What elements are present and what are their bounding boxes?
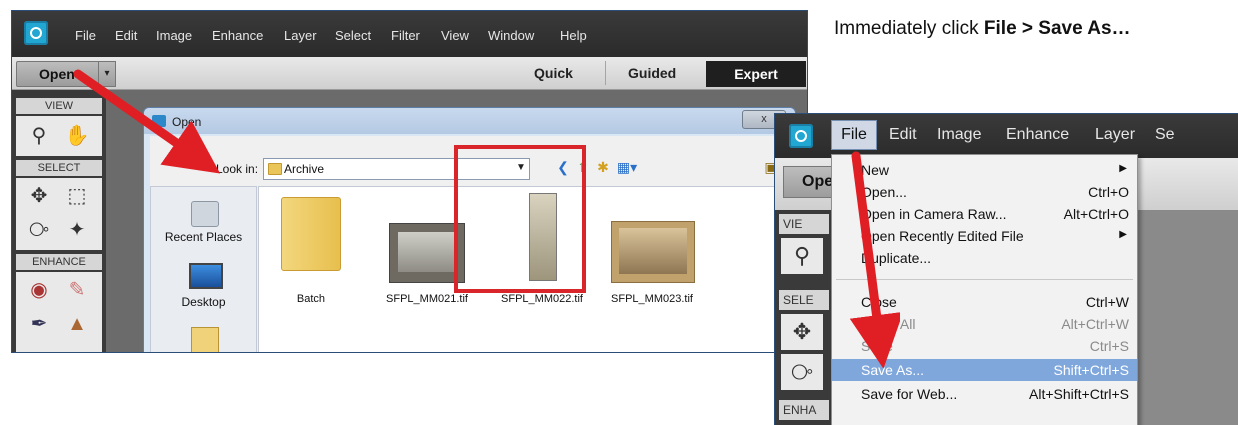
photo-image [619,228,687,274]
lasso-tool-icon[interactable]: ⧂ [781,354,823,390]
libraries-icon[interactable] [191,327,219,352]
menu-bar: File Edit Image Enhance Layer Select Fil… [12,11,807,57]
section-enhance: ENHA [779,400,829,420]
look-in-label: Look in: [216,162,259,176]
photo-image [398,232,456,272]
place-recent[interactable]: Recent Places [151,230,256,244]
menu-item-label: Save for Web... [861,386,958,402]
photo-thumbnail[interactable] [611,221,695,283]
menu-image[interactable]: Image [156,28,192,43]
file-sfpl-mm023[interactable]: SFPL_MM023.tif [602,293,702,305]
move-tool-icon[interactable]: ✥ [24,182,54,210]
app-logo-icon [24,21,48,45]
folder-icon [268,163,282,175]
desktop-icon[interactable] [189,263,223,289]
zoom-tool-icon[interactable]: ⚲ [24,122,54,150]
menu-enhance[interactable]: Enhance [1006,126,1069,144]
recent-places-icon[interactable] [191,201,219,227]
places-bar: Recent Places Desktop [150,186,257,352]
quick-selection-tool-icon[interactable]: ✦ [62,216,92,244]
instruction-command: File > Save As… [983,18,1131,39]
enhance-tools: ◉ ✎ ✒ ▲ [16,272,102,352]
clone-stamp-tool-icon[interactable]: ▲ [62,310,92,338]
divider [605,61,606,85]
mode-guided[interactable]: Guided [628,65,676,81]
lasso-tool-icon[interactable]: ⧂ [24,216,54,244]
section-enhance: ENHANCE [16,254,102,270]
file-batch[interactable]: Batch [261,293,361,305]
look-in-value: Archive [284,162,325,176]
menu-help[interactable]: Help [560,28,587,43]
instruction-text: Immediately click File > Save As… [834,18,1131,40]
select-tools: ✥ ⬚ ⧂ ✦ [16,178,102,250]
views-menu-icon[interactable]: ▦▾ [614,158,640,176]
marquee-tool-icon[interactable]: ⬚ [62,182,92,210]
healing-brush-tool-icon[interactable]: ✎ [62,276,92,304]
menu-select[interactable]: Se [1155,126,1175,144]
mode-expert[interactable]: Expert [706,61,806,87]
zoom-tool-icon[interactable]: ⚲ [781,238,823,274]
selected-file-highlight [454,145,586,293]
menu-item-shortcut: Ctrl+S [1089,338,1129,354]
menu-item-shortcut: Shift+Ctrl+S [1053,362,1129,378]
folder-icon[interactable] [281,197,341,271]
new-folder-icon[interactable]: ✱ [594,158,612,176]
menu-layer[interactable]: Layer [284,28,317,43]
menu-image[interactable]: Image [937,126,981,144]
menu-edit[interactable]: Edit [115,28,137,43]
open-button-label: Ope [802,173,834,190]
submenu-arrow-icon: ▶ [1119,229,1127,240]
tools-panel: VIE ⚲ SELE ✥ ⧂ ENHA [775,210,831,425]
red-arrow-icon [849,151,900,369]
menu-item-save-for-web[interactable]: Save for Web... Alt+Shift+Ctrl+S [832,383,1137,405]
section-select: SELE [779,290,829,310]
menu-view[interactable]: View [441,28,469,43]
menu-item-shortcut: Ctrl+O [1088,184,1129,200]
menu-window[interactable]: Window [488,28,534,43]
file-sfpl-mm021[interactable]: SFPL_MM021.tif [377,293,477,305]
menu-layer[interactable]: Layer [1095,126,1135,144]
menu-filter[interactable]: Filter [391,28,420,43]
move-tool-icon[interactable]: ✥ [781,314,823,350]
section-view: VIE [779,214,829,234]
dialog-titlebar[interactable]: Open x [144,108,795,134]
menu-file[interactable]: File [75,28,96,43]
menu-select[interactable]: Select [335,28,371,43]
menu-enhance[interactable]: Enhance [212,28,263,43]
app-logo-icon [789,124,813,148]
mode-quick[interactable]: Quick [534,65,573,81]
smart-brush-tool-icon[interactable]: ✒ [24,310,54,338]
place-desktop[interactable]: Desktop [151,295,256,309]
menu-item-shortcut: Alt+Ctrl+O [1063,206,1129,222]
red-arrow-icon [73,69,220,174]
red-eye-tool-icon[interactable]: ◉ [24,276,54,304]
instruction-prefix: Immediately click [834,18,984,39]
menu-item-shortcut: Alt+Ctrl+W [1061,316,1129,332]
menu-item-shortcut: Alt+Shift+Ctrl+S [1029,386,1129,402]
menu-item-shortcut: Ctrl+W [1085,294,1129,310]
submenu-arrow-icon: ▶ [1119,163,1127,174]
file-sfpl-mm022[interactable]: SFPL_MM022.tif [492,293,592,305]
